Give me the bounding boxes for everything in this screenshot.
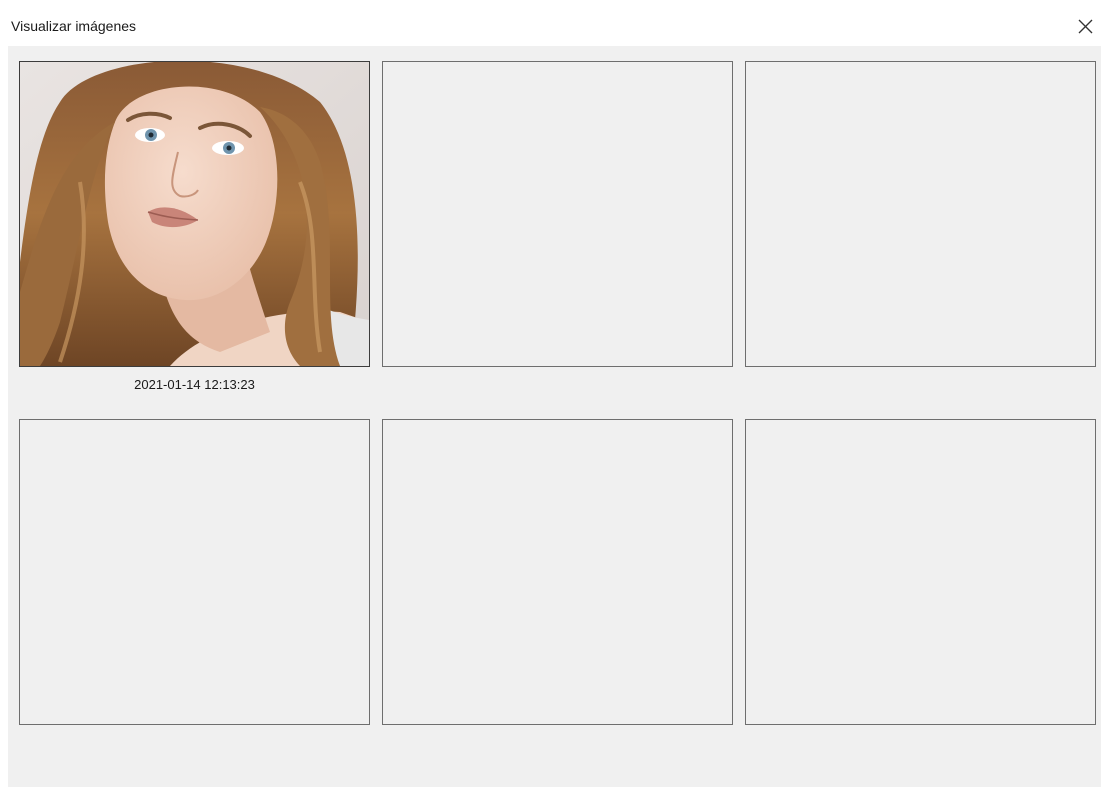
image-timestamp: 2021-01-14 12:13:23	[134, 377, 255, 392]
image-tile-2[interactable]	[382, 61, 733, 367]
portrait-photo	[20, 62, 369, 366]
close-icon	[1078, 19, 1093, 34]
dialog-title: Visualizar imágenes	[11, 18, 137, 34]
image-viewer-dialog: Visualizar imágenes 2021-01-14 12:13:23	[0, 0, 1101, 787]
image-tile-3[interactable]	[745, 61, 1096, 367]
image-tile-6[interactable]	[745, 419, 1096, 725]
title-bar: Visualizar imágenes	[0, 0, 1101, 46]
image-tile-4[interactable]	[19, 419, 370, 725]
image-tile-5[interactable]	[382, 419, 733, 725]
close-button[interactable]	[1070, 10, 1100, 40]
image-tile-1[interactable]	[19, 61, 370, 367]
